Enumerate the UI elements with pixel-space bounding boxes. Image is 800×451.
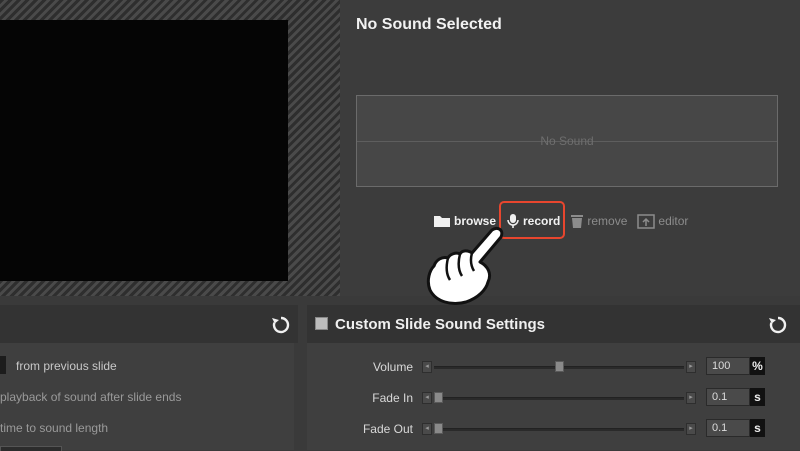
sound-panel: No Sound Selected No Sound browse record… xyxy=(340,0,800,296)
fade-out-value-field[interactable] xyxy=(706,419,750,437)
remove-label: remove xyxy=(587,214,628,228)
fade-in-slider[interactable]: ◂ ▸ xyxy=(422,392,696,404)
custom-settings-title: Custom Slide Sound Settings xyxy=(335,316,546,333)
slider-track xyxy=(434,428,684,431)
volume-label: Volume xyxy=(372,360,413,374)
volume-unit: % xyxy=(750,357,765,375)
slide-sound-header xyxy=(0,305,298,343)
pointing-hand-icon xyxy=(426,226,504,305)
fade-in-unit: s xyxy=(750,388,765,406)
slide-preview xyxy=(0,20,288,281)
reset-icon[interactable] xyxy=(768,315,788,335)
editor-icon xyxy=(637,213,656,229)
playback-after-label: playback of sound after slide ends xyxy=(0,390,182,404)
fade-in-label: Fade In xyxy=(372,391,413,405)
no-sound-label: No Sound xyxy=(540,134,594,148)
slider-right-arrow[interactable]: ▸ xyxy=(686,423,696,435)
custom-settings-header: Custom Slide Sound Settings xyxy=(307,305,800,343)
slider-thumb[interactable] xyxy=(434,392,443,403)
from-previous-label: from previous slide xyxy=(16,359,117,373)
time-to-sound-label: time to sound length xyxy=(0,421,109,435)
reset-icon[interactable] xyxy=(271,315,291,335)
slider-right-arrow[interactable]: ▸ xyxy=(686,392,696,404)
slider-left-arrow[interactable]: ◂ xyxy=(422,423,432,435)
slider-left-arrow[interactable]: ◂ xyxy=(422,361,432,373)
fade-out-unit: s xyxy=(750,419,765,437)
slider-thumb[interactable] xyxy=(434,423,443,434)
volume-slider[interactable]: ◂ ▸ xyxy=(422,361,696,373)
slider-right-arrow[interactable]: ▸ xyxy=(686,361,696,373)
volume-value-field[interactable] xyxy=(706,357,750,375)
trash-icon xyxy=(571,215,584,228)
fade-in-value-field[interactable] xyxy=(706,388,750,406)
slider-thumb[interactable] xyxy=(554,361,564,372)
fade-out-slider[interactable]: ◂ ▸ xyxy=(422,423,696,435)
remove-button[interactable]: remove xyxy=(570,213,627,229)
custom-settings-checkbox[interactable] xyxy=(315,317,328,330)
sound-title: No Sound Selected xyxy=(356,16,502,33)
sound-source-dropdown[interactable] xyxy=(0,356,6,374)
slider-left-arrow[interactable]: ◂ xyxy=(422,392,432,404)
slide-preview-area xyxy=(0,0,340,296)
duration-field[interactable] xyxy=(0,446,62,451)
editor-label: editor xyxy=(658,214,689,228)
slider-track xyxy=(434,397,684,400)
waveform-display: No Sound xyxy=(356,95,778,187)
editor-button[interactable]: editor xyxy=(637,213,689,229)
fade-out-label: Fade Out xyxy=(362,422,413,436)
